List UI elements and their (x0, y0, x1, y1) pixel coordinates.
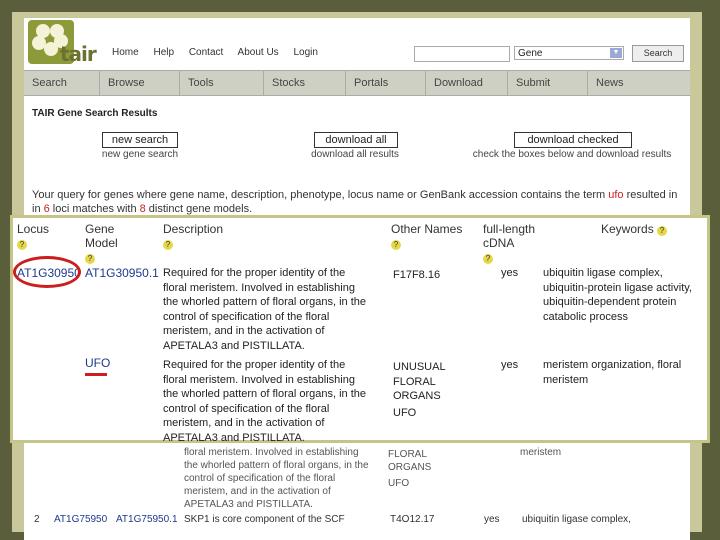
gene-model-link[interactable]: AT1G30950.1 (85, 266, 159, 280)
description-cell: Required for the proper identity of the … (163, 267, 367, 352)
query-term: ufo (608, 189, 624, 201)
help-icon[interactable]: ? (163, 240, 173, 250)
tair-logo[interactable]: tair (28, 20, 104, 66)
row2-description: SKP1 is core component of the SCF (184, 514, 345, 525)
header-other-names: Other Names? (391, 222, 463, 250)
nav-stocks[interactable]: Stocks (264, 71, 346, 95)
search-input[interactable] (414, 46, 510, 62)
site-header: tair Home Help Contact About Us Login Ge… (24, 18, 690, 68)
help-link[interactable]: Help (153, 47, 174, 58)
new-search-caption: new gene search (101, 149, 179, 160)
top-links: Home Help Contact About Us Login (112, 47, 330, 58)
download-checked-caption: check the boxes below and download resul… (472, 149, 672, 160)
faded-description: floral meristem. Involved in establishin… (184, 447, 369, 510)
faded-keywords: meristem (520, 447, 562, 458)
row2-other-names: T4O12.17 (390, 514, 435, 525)
main-nav: Search Browse Tools Stocks Portals Downl… (24, 70, 690, 96)
header-keywords: Keywords ? (601, 222, 668, 236)
row-number: 2 (34, 514, 40, 525)
header-gene-model: Gene Model? (85, 222, 118, 264)
logo-text: tair (60, 42, 97, 66)
row2-keywords: ubiquitin ligase complex, (522, 514, 631, 525)
row2-fl-cdna: yes (484, 514, 500, 525)
ufo-model-link[interactable]: UFO (85, 356, 110, 370)
faded-other-names: FLORAL ORGANS UFO (388, 449, 432, 489)
full-length-cdna-cell: yes (501, 267, 519, 279)
search-button[interactable]: Search (632, 45, 684, 62)
header-locus: Locus? (17, 222, 50, 250)
help-icon[interactable]: ? (657, 226, 668, 236)
nav-browse[interactable]: Browse (100, 71, 180, 95)
new-search-button[interactable]: new search (102, 132, 178, 148)
row2-locus-link[interactable]: AT1G75950 (54, 514, 107, 525)
ufo-description-cell: Required for the proper identity of the … (163, 359, 367, 444)
header-description: Description? (163, 222, 224, 250)
nav-tools[interactable]: Tools (180, 71, 264, 95)
about-link[interactable]: About Us (238, 47, 279, 58)
nav-news[interactable]: News (588, 71, 690, 95)
highlight-underline (85, 373, 107, 376)
zoom-callout: Locus? Gene Model? Description? Other Nam… (10, 215, 710, 444)
highlight-oval (13, 256, 81, 288)
download-all-button[interactable]: download all (314, 132, 398, 148)
nav-portals[interactable]: Portals (346, 71, 426, 95)
download-all-caption: download all results (311, 149, 399, 160)
download-checked-button[interactable]: download checked (514, 132, 632, 148)
ufo-full-length-cdna-cell: yes (501, 359, 519, 371)
nav-download[interactable]: Download (426, 71, 508, 95)
help-icon[interactable]: ? (483, 254, 493, 264)
chevron-down-icon: ▼ (610, 48, 622, 58)
nav-search[interactable]: Search (24, 71, 100, 95)
help-icon[interactable]: ? (17, 240, 27, 250)
ufo-keywords-cell: meristem organization, floral meristem (543, 359, 682, 386)
query-summary: Your query for genes where gene name, de… (32, 189, 678, 215)
other-names-cell: F17F8.16 (393, 269, 441, 281)
row2-model-link[interactable]: AT1G75950.1 (116, 514, 178, 525)
ufo-other-names-cell: UNUSUAL FLORAL ORGANS UFO (393, 361, 446, 419)
nav-submit[interactable]: Submit (508, 71, 588, 95)
keywords-cell: ubiquitin ligase complex, ubiquitin-prot… (543, 267, 692, 323)
home-link[interactable]: Home (112, 47, 139, 58)
login-link[interactable]: Login (293, 47, 317, 58)
search-type-select[interactable]: Gene ▼ (514, 46, 624, 60)
help-icon[interactable]: ? (85, 254, 95, 264)
page-title: TAIR Gene Search Results (32, 108, 158, 119)
header-full-length-cdna: full-length cDNA? (483, 222, 536, 264)
contact-link[interactable]: Contact (189, 47, 223, 58)
search-type-value: Gene (518, 48, 543, 59)
help-icon[interactable]: ? (391, 240, 401, 250)
